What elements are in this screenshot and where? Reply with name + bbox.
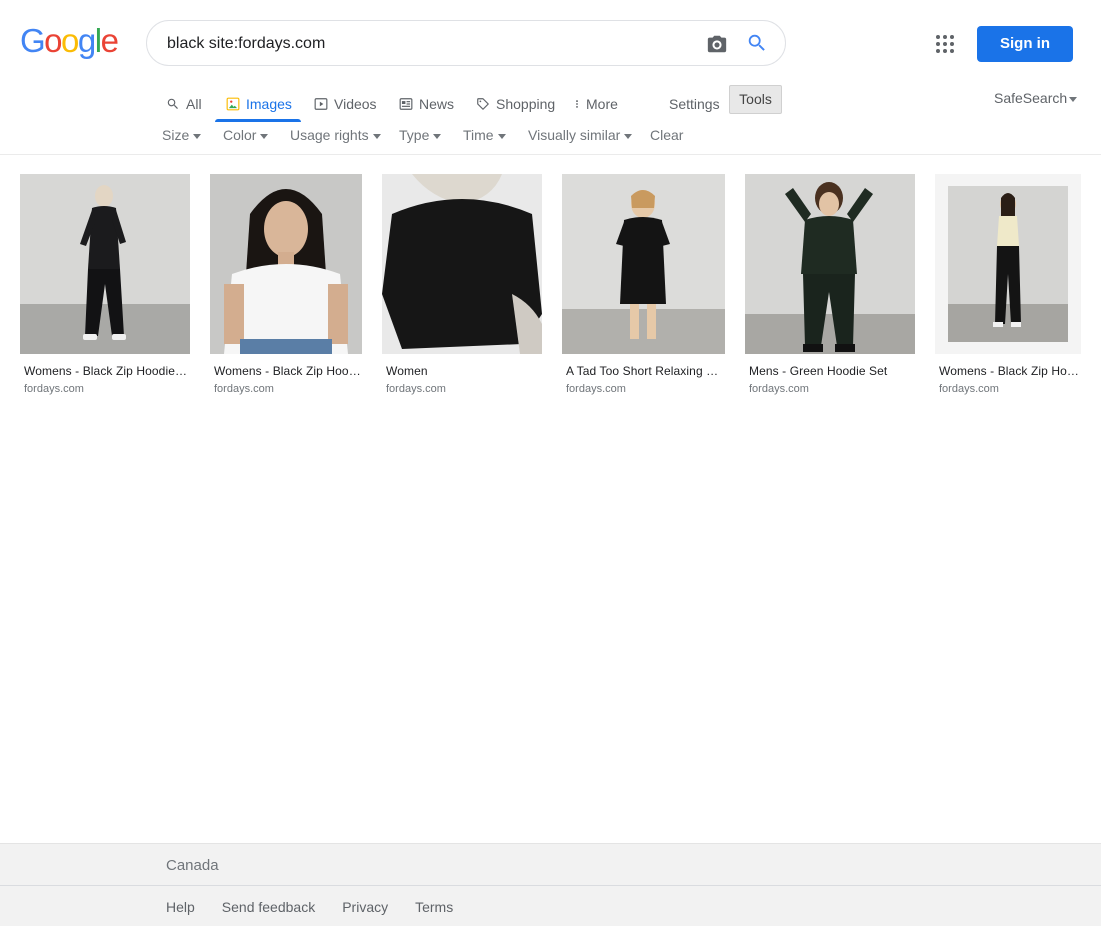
result-thumbnail[interactable] [20,174,190,354]
tab-news[interactable]: News [399,86,454,122]
newspaper-icon [399,98,413,110]
filter-label: Type [399,127,430,143]
active-tab-indicator [215,119,301,122]
google-logo[interactable]: Google [20,22,119,59]
tab-label: News [419,96,455,112]
search-tabs: All Images Videos News Shopping More Set… [0,86,1101,122]
footer-link-privacy[interactable]: Privacy [342,899,388,915]
image-result[interactable]: Womens - Black Zip Hoodie Set fordays.co… [20,174,190,395]
footer-link-send-feedback[interactable]: Send feedback [222,899,315,915]
tab-label: Settings [669,96,720,112]
search-icon [167,98,178,109]
image-icon [226,97,240,111]
search-icon[interactable] [746,32,768,54]
footer-country: Canada [166,857,219,874]
tools-button[interactable]: Tools [729,85,782,114]
tab-more[interactable]: More [572,86,618,122]
tools-filter-bar: Size Color Usage rights Type Time Visual… [0,125,1101,147]
image-result[interactable]: Womens - Black Zip Hoodie Set fordays.co… [935,174,1081,395]
footer-link-help[interactable]: Help [166,899,195,915]
filter-type[interactable]: Type [399,125,442,145]
filter-time[interactable]: Time [463,125,506,145]
result-title[interactable]: Mens - Green Hoodie Set [745,364,915,378]
filter-size[interactable]: Size [162,125,202,145]
image-result[interactable]: Mens - Green Hoodie Set fordays.com [745,174,915,395]
image-result[interactable]: A Tad Too Short Relaxing Dress fordays.c… [562,174,725,395]
caret-down-icon [193,133,202,139]
tab-label: All [186,96,202,112]
footer-divider [0,885,1101,886]
filter-label: Clear [650,127,684,143]
caret-down-icon [497,133,506,139]
sign-in-button[interactable]: Sign in [977,26,1073,62]
result-thumbnail[interactable] [210,174,362,354]
footer-links: Help Send feedback Privacy Terms [166,899,453,915]
result-title[interactable]: Women [382,364,542,378]
header-divider [0,154,1101,155]
logo-letter: G [20,22,46,59]
footer-link-terms[interactable]: Terms [415,899,453,915]
tab-label: Shopping [496,96,556,112]
caret-down-icon [260,133,269,139]
result-source[interactable]: fordays.com [382,383,542,395]
tab-label: Images [246,96,292,112]
tag-icon [477,98,489,110]
play-icon [314,98,328,110]
camera-icon[interactable] [706,33,728,55]
result-title[interactable]: Womens - Black Zip Hoodie Set [20,364,190,378]
result-source[interactable]: fordays.com [562,383,725,395]
logo-letter: e [100,22,119,59]
tab-videos[interactable]: Videos [314,86,377,122]
caret-down-icon [372,133,381,139]
image-result[interactable]: Womens - Black Zip Hoodie Set fordays.co… [210,174,362,395]
filter-label: Size [162,127,190,143]
tab-shopping[interactable]: Shopping [476,86,555,122]
logo-letter: o [61,22,79,59]
apps-grid-icon[interactable] [935,34,955,54]
footer: Canada Help Send feedback Privacy Terms [0,843,1101,926]
caret-down-icon [433,133,442,139]
tab-label: More [586,96,618,112]
result-thumbnail[interactable] [562,174,725,354]
more-vert-icon [576,100,578,108]
result-thumbnail[interactable] [382,174,542,354]
result-source[interactable]: fordays.com [935,383,1081,395]
result-source[interactable]: fordays.com [745,383,915,395]
result-thumbnail[interactable] [935,174,1081,354]
logo-letter: g [77,22,96,59]
filter-clear[interactable]: Clear [650,125,683,145]
search-input[interactable] [167,32,687,56]
filter-label: Color [223,127,257,143]
safesearch-label: SafeSearch [994,90,1068,106]
filter-label: Usage rights [290,127,369,143]
tab-all[interactable]: All [166,86,202,122]
tab-settings[interactable]: Settings [669,86,720,122]
tab-images[interactable]: Images [226,86,292,122]
filter-usage-rights[interactable]: Usage rights [290,125,381,145]
safesearch-dropdown[interactable]: SafeSearch [994,90,1078,106]
tab-label: Videos [334,96,377,112]
caret-down-icon [1069,96,1078,102]
caret-down-icon [624,133,633,139]
filter-color[interactable]: Color [223,125,269,145]
result-title[interactable]: A Tad Too Short Relaxing Dress [562,364,725,378]
result-title[interactable]: Womens - Black Zip Hoodie Set [210,364,362,378]
filter-visually-similar[interactable]: Visually similar [528,125,633,145]
result-thumbnail[interactable] [745,174,915,354]
result-source[interactable]: fordays.com [20,383,190,395]
filter-label: Time [463,127,494,143]
filter-label: Visually similar [528,127,621,143]
image-result[interactable]: Women fordays.com [382,174,542,395]
result-title[interactable]: Womens - Black Zip Hoodie Set [935,364,1081,378]
result-source[interactable]: fordays.com [210,383,362,395]
search-box [146,20,786,66]
logo-letter: o [44,22,62,59]
